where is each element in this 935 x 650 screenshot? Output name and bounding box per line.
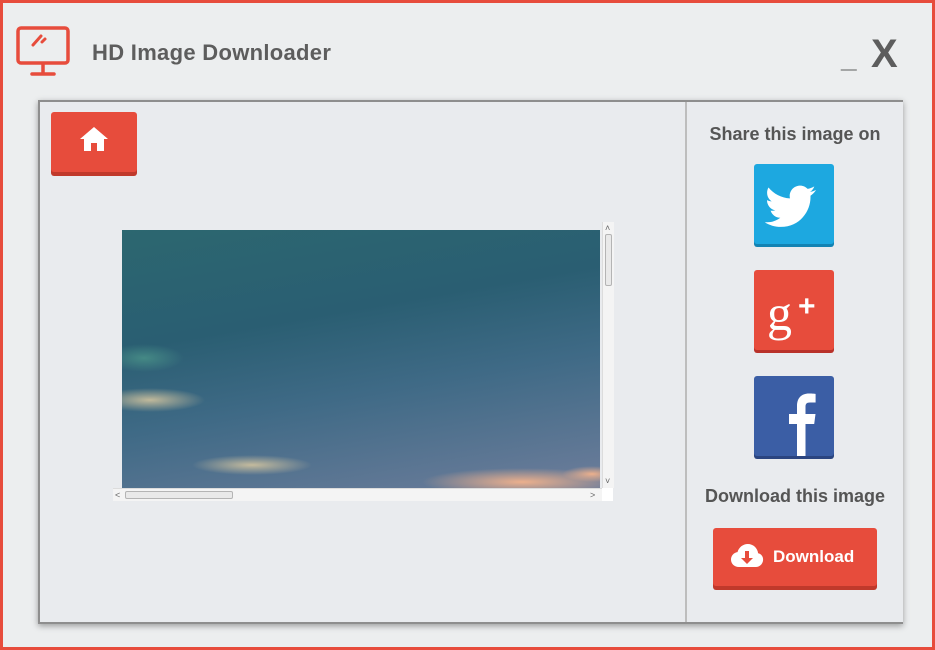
- svg-text:g: g: [767, 285, 792, 341]
- google-plus-share-button[interactable]: g +: [754, 270, 834, 350]
- scroll-up-arrow[interactable]: ˄: [605, 223, 610, 233]
- close-button[interactable]: X: [871, 33, 907, 75]
- main-panel: ˄ ˅ ˂ ˃ Share this image on g + Download…: [38, 100, 903, 624]
- horizontal-scroll-thumb[interactable]: [125, 491, 233, 499]
- share-sidebar: Share this image on g + Download this im…: [685, 102, 903, 622]
- scroll-down-arrow[interactable]: ˅: [605, 476, 610, 486]
- twitter-share-button[interactable]: [754, 164, 834, 244]
- image-viewer[interactable]: ˄ ˅ ˂ ˃: [113, 222, 614, 502]
- download-label: Download this image: [704, 486, 886, 506]
- horizontal-scrollbar[interactable]: ˂ ˃: [113, 488, 602, 501]
- facebook-share-button[interactable]: [754, 376, 834, 456]
- vertical-scroll-thumb[interactable]: [605, 234, 612, 286]
- home-icon: [80, 127, 108, 151]
- scroll-right-arrow[interactable]: ˃: [590, 490, 595, 500]
- download-button-label: Download: [773, 547, 855, 566]
- minimize-button[interactable]: _: [841, 43, 865, 73]
- scroll-left-arrow[interactable]: ˂: [115, 490, 120, 500]
- app-window: HD Image Downloader _ X ˄ ˅ ˂ ˃ Share th…: [0, 0, 935, 650]
- monitor-icon: [16, 26, 70, 76]
- cloud-download-icon: [731, 544, 764, 567]
- facebook-icon: [789, 393, 816, 456]
- scroll-corner: [602, 488, 613, 501]
- vertical-scrollbar[interactable]: ˄ ˅: [602, 222, 614, 488]
- svg-text:+: +: [798, 290, 816, 323]
- home-button[interactable]: [51, 112, 137, 172]
- download-button[interactable]: Download: [713, 528, 877, 586]
- share-label: Share this image on: [709, 124, 881, 144]
- image-preview: [122, 230, 600, 488]
- google-plus-icon: g +: [767, 285, 816, 341]
- sky-image: [122, 344, 600, 488]
- twitter-icon: [764, 185, 816, 227]
- app-title: HD Image Downloader: [92, 40, 332, 65]
